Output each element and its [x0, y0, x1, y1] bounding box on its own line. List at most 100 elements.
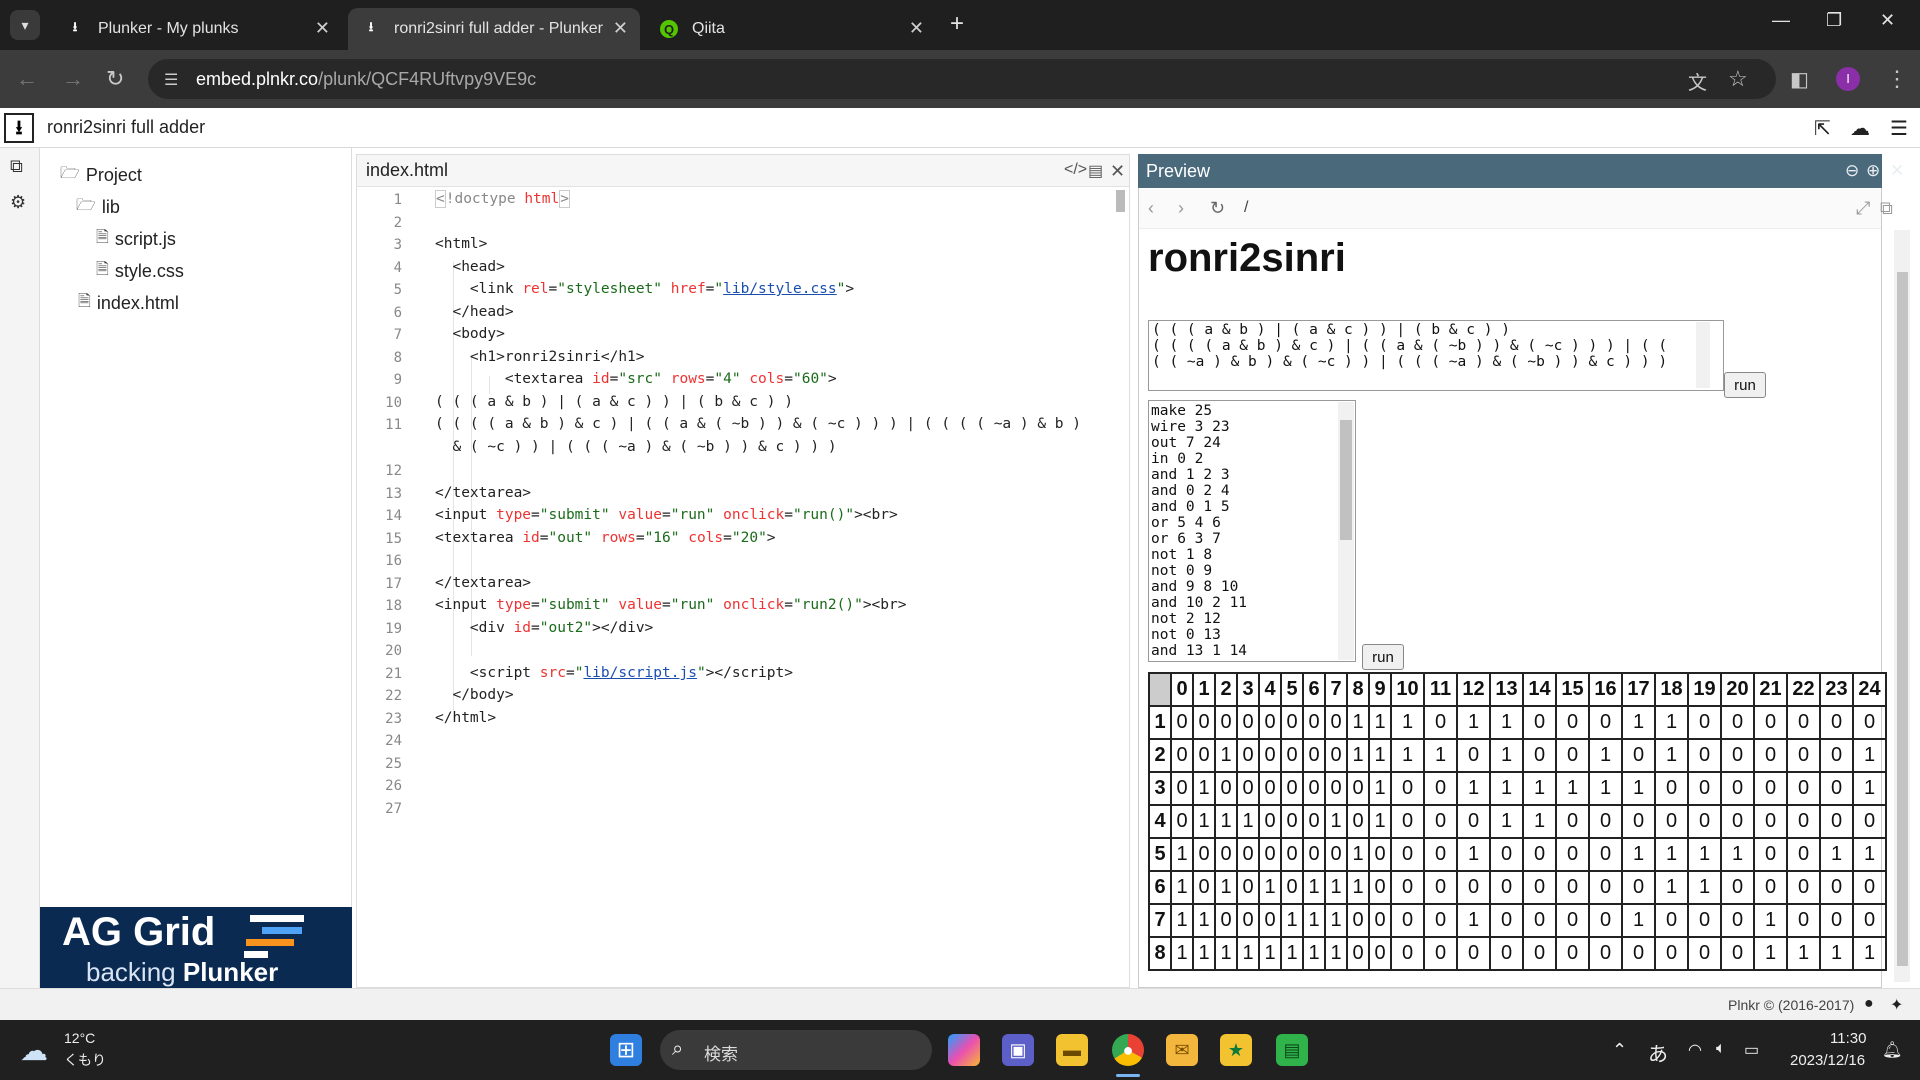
wifi-icon[interactable]: ◠	[1688, 1040, 1702, 1060]
clock-time[interactable]: 11:30	[1830, 1030, 1866, 1047]
back-arrow-icon[interactable]: ←	[16, 66, 38, 92]
translate-icon[interactable]: 文	[1688, 68, 1707, 95]
close-icon[interactable]: ✕	[315, 18, 330, 39]
table-cell: 1	[1621, 903, 1656, 938]
forward-arrow-icon[interactable]: →	[62, 66, 84, 92]
run2-button[interactable]: run	[1362, 644, 1404, 670]
zoom-out-icon[interactable]: ⊖	[1845, 161, 1859, 181]
kebab-menu-icon[interactable]: ⋮	[1886, 66, 1908, 92]
open-external-icon[interactable]: ⇱	[1814, 116, 1831, 141]
new-tab-plus-icon[interactable]: +	[950, 10, 964, 38]
preview-path[interactable]: /	[1244, 199, 1248, 217]
battery-icon[interactable]: ▭	[1744, 1040, 1759, 1060]
tree-folder-project[interactable]: 🗁 Project	[60, 162, 142, 189]
close-icon[interactable]: ✕	[909, 18, 924, 39]
taskbar-search-placeholder: 検索	[704, 1045, 738, 1064]
table-header-cell: 24	[1852, 672, 1887, 707]
minimize-icon[interactable]: —	[1772, 10, 1790, 31]
weather-temp[interactable]: 12°C	[64, 1030, 95, 1046]
copilot-icon[interactable]	[948, 1034, 980, 1066]
taskbar-search[interactable]	[660, 1030, 932, 1070]
table-cell: 1	[1368, 771, 1392, 806]
table-cell: 0	[1819, 705, 1854, 740]
close-icon[interactable]: ✕	[1890, 161, 1904, 181]
book-icon[interactable]: ▤	[1088, 161, 1103, 181]
reload-icon[interactable]: ↻	[106, 66, 124, 92]
table-cell: 0	[1346, 936, 1370, 971]
table-row: 10000000011101100011000000	[1148, 705, 1887, 740]
table-row-label: 4	[1148, 804, 1172, 839]
twitter-icon[interactable]: ✦	[1890, 995, 1903, 1015]
table-cell: 0	[1423, 771, 1458, 806]
speaker-icon[interactable]: 🔈︎	[1716, 1040, 1726, 1058]
tab-ronri2sinri[interactable]: ⭳ ronri2sinri full adder - Plunker ✕	[348, 8, 640, 50]
refresh-icon[interactable]: ↻	[1210, 198, 1225, 219]
run-button[interactable]: run	[1724, 372, 1766, 398]
chevron-up-icon[interactable]: ⌃	[1612, 1040, 1627, 1061]
side-panel-icon[interactable]: ◧	[1790, 67, 1809, 92]
profile-avatar[interactable]: I	[1836, 67, 1860, 91]
plunker-logo-icon[interactable]: ⭳	[4, 113, 34, 143]
window-close-icon[interactable]: ✕	[1880, 10, 1895, 31]
clock-date[interactable]: 2023/12/16	[1790, 1052, 1865, 1069]
photos-icon[interactable]: ★	[1220, 1034, 1252, 1066]
new-window-icon[interactable]: ⧉	[1880, 198, 1893, 219]
tree-folder-lib[interactable]: 🗁 lib	[76, 194, 120, 221]
src-textarea-value[interactable]: ( ( ( a & b ) | ( a & c ) ) | ( b & c ) …	[1152, 322, 1702, 370]
url-text[interactable]: embed.plnkr.co/plunk/QCF4RUftvpy9VE9c	[196, 69, 536, 90]
src-scrollbar[interactable]	[1696, 322, 1710, 388]
github-icon[interactable]: ●	[1864, 995, 1874, 1013]
tree-file-script-js[interactable]: 🗎 script.js	[96, 226, 176, 253]
table-row-label: 5	[1148, 837, 1172, 872]
out-scrollbar-thumb[interactable]	[1340, 420, 1352, 540]
out-textarea-value[interactable]: make 25 wire 3 23 out 7 24 in 0 2 and 1 …	[1151, 403, 1337, 659]
chevron-left-icon[interactable]: ‹	[1148, 198, 1154, 219]
chevron-right-icon[interactable]: ›	[1178, 198, 1184, 219]
maximize-icon[interactable]: ❐	[1826, 10, 1842, 31]
line-number: 23	[385, 711, 402, 727]
weather-desc[interactable]: くもり	[64, 1050, 106, 1070]
file-explorer-icon[interactable]: ▬	[1056, 1034, 1088, 1066]
notebook-icon[interactable]: ▤	[1276, 1034, 1308, 1066]
start-windows-icon[interactable]: ⊞	[610, 1034, 642, 1066]
table-cell: 0	[1720, 870, 1755, 905]
tree-file-style-css[interactable]: 🗎 style.css	[96, 258, 184, 285]
zoom-in-icon[interactable]: ⊕	[1866, 161, 1880, 181]
hamburger-menu-icon[interactable]: ☰	[1890, 116, 1908, 141]
editor-scrollbar[interactable]	[1116, 190, 1125, 212]
files-icon[interactable]: ⧉	[10, 156, 23, 177]
line-number: 14	[385, 508, 402, 524]
tab-qiita[interactable]: Q Qiita ✕	[646, 8, 936, 50]
ime-indicator[interactable]: あ	[1648, 1038, 1668, 1067]
file-tree	[40, 148, 352, 988]
table-cell: 1	[1324, 804, 1348, 839]
weather-cloud-icon[interactable]: ☁	[20, 1034, 48, 1067]
fullscreen-icon[interactable]: ⤢	[1856, 198, 1870, 219]
mail-icon[interactable]: ✉	[1166, 1034, 1198, 1066]
table-header-cell: 2	[1214, 672, 1238, 707]
gear-icon[interactable]: ⚙	[10, 192, 26, 213]
cloud-download-icon[interactable]: ☁	[1850, 116, 1870, 141]
preview-scrollbar-thumb[interactable]	[1897, 272, 1908, 966]
teams-chat-icon[interactable]: ▣	[1002, 1034, 1034, 1066]
table-header-cell: 5	[1280, 672, 1304, 707]
tree-file-index-html[interactable]: 🗎 index.html	[78, 290, 179, 317]
table-header-cell: 15	[1555, 672, 1590, 707]
code-editor[interactable]	[356, 154, 1130, 988]
site-info-icon[interactable]: ☰	[164, 70, 178, 90]
preview-heading: ronri2sinri	[1148, 236, 1346, 280]
chrome-icon[interactable]: ●	[1112, 1034, 1144, 1066]
line-number: 24	[385, 733, 402, 749]
notification-bell-icon[interactable]: 🔔︎	[1882, 1040, 1902, 1060]
code-view-icon[interactable]: </>	[1064, 161, 1087, 179]
close-icon[interactable]: ✕	[1110, 161, 1125, 182]
table-cell: 1	[1654, 738, 1689, 773]
close-icon[interactable]: ✕	[613, 18, 628, 39]
table-header-cell: 6	[1302, 672, 1326, 707]
table-cell: 0	[1456, 804, 1491, 839]
tab-search-button[interactable]: ▾	[10, 10, 40, 40]
bookmark-star-icon[interactable]: ☆	[1728, 66, 1748, 92]
tab-plunker-my-plunks[interactable]: ⭳ Plunker - My plunks ✕	[52, 8, 342, 50]
table-cell: 0	[1819, 870, 1854, 905]
table-cell: 0	[1654, 804, 1689, 839]
